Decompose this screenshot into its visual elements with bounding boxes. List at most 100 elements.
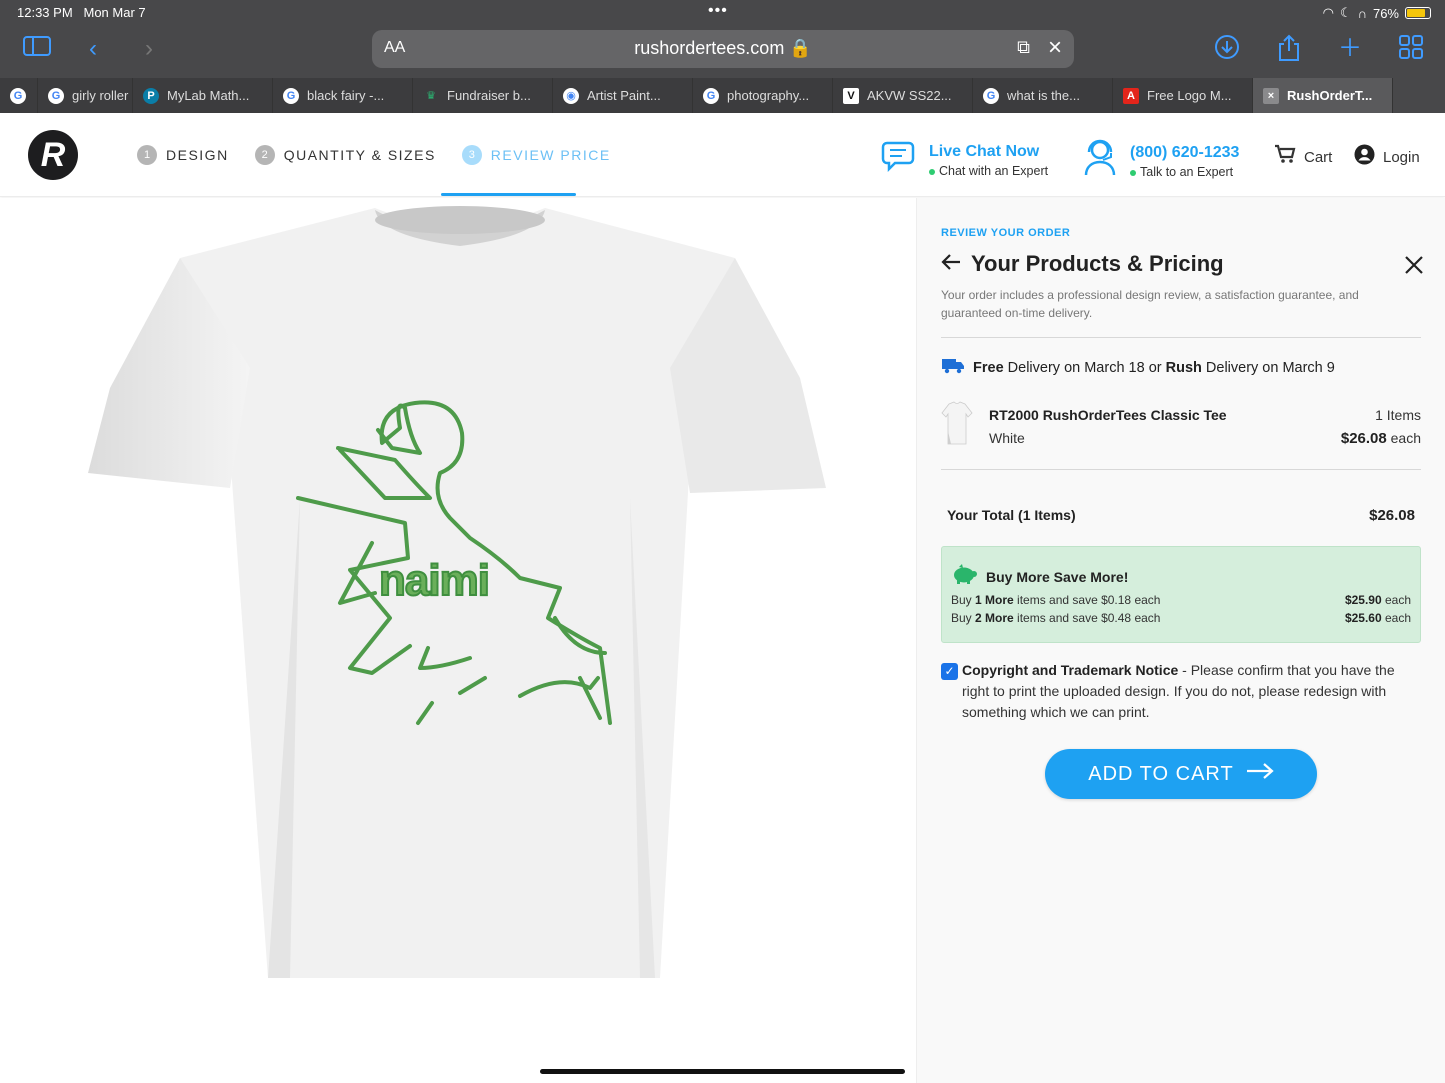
browser-tab[interactable]: ♛ Fundraiser b... xyxy=(413,78,553,113)
cart-link[interactable]: Cart xyxy=(1274,144,1332,170)
close-panel-icon[interactable] xyxy=(1405,250,1423,281)
divider xyxy=(941,469,1421,470)
url-text: rushordertees.com 🔒 xyxy=(634,38,812,58)
design-text-naimi[interactable]: naimi xyxy=(378,555,491,606)
browser-tab[interactable]: Gphotography... xyxy=(693,78,833,113)
promo-row: Buy 1 More items and save $0.18 each $25… xyxy=(951,593,1411,607)
order-review-panel: REVIEW YOUR ORDER Your Products & Pricin… xyxy=(916,198,1445,1083)
browser-tab[interactable]: P MyLab Math... xyxy=(133,78,273,113)
product-preview: naimi xyxy=(0,198,916,1083)
product-quantity: 1 Items xyxy=(1375,407,1421,423)
step-label: DESIGN xyxy=(166,147,229,163)
promo-title: Buy More Save More! xyxy=(986,569,1129,585)
product-name: RT2000 RushOrderTees Classic Tee xyxy=(989,407,1227,423)
step-label: QUANTITY & SIZES xyxy=(283,147,436,163)
status-time: 12:33 PM Mon Mar 7 xyxy=(17,5,146,20)
step-review-price[interactable]: 3 REVIEW PRICE xyxy=(461,145,611,165)
adobe-icon: A xyxy=(1123,87,1139,104)
step-number: 2 xyxy=(254,145,275,165)
panel-title-text: Your Products & Pricing xyxy=(971,251,1224,276)
tab-label: RushOrderT... xyxy=(1287,88,1373,103)
moon-icon: ☾ xyxy=(1339,5,1352,20)
back-arrow-icon[interactable] xyxy=(941,251,961,277)
copyright-notice: ✓ Copyright and Trademark Notice - Pleas… xyxy=(941,660,1421,723)
total-amount: $26.08 xyxy=(1369,507,1415,524)
headphones-icon: ∩ xyxy=(1357,5,1367,21)
address-bar[interactable]: AA rushordertees.com 🔒 ⧉ × xyxy=(372,30,1074,68)
checkout-steps: 1 DESIGN 2 QUANTITY & SIZES 3 REVIEW PRI… xyxy=(137,145,611,165)
delivery-info: Free Delivery on March 18 or Rush Delive… xyxy=(941,356,1421,379)
crown-icon: ♛ xyxy=(426,90,436,102)
pearson-icon: P xyxy=(143,87,159,104)
multitasking-dots-icon[interactable]: ••• xyxy=(708,2,728,20)
step-number: 1 xyxy=(137,145,157,165)
step-quantity-sizes[interactable]: 2 QUANTITY & SIZES xyxy=(254,145,436,165)
buy-more-save-more-box: Buy More Save More! Buy 1 More items and… xyxy=(941,546,1421,643)
v-logo-icon: V xyxy=(843,87,859,104)
stop-loading-icon[interactable]: × xyxy=(1048,34,1062,62)
step-design[interactable]: 1 DESIGN xyxy=(137,145,229,165)
back-icon[interactable]: ‹ xyxy=(89,34,97,64)
active-step-underline xyxy=(441,193,576,196)
share-icon[interactable] xyxy=(1277,34,1301,70)
status-right: ◠ ☾ ∩ 76% xyxy=(1323,5,1431,21)
rushordertees-logo[interactable]: R xyxy=(28,130,78,180)
tab-bar: G Ggirly roller s P MyLab Math... Gblack fai… xyxy=(0,78,1445,113)
home-indicator[interactable] xyxy=(540,1069,905,1074)
google-icon: G xyxy=(703,87,719,104)
tab-label: photography... xyxy=(727,88,810,103)
browser-tab[interactable]: G xyxy=(0,78,38,113)
wifi-icon: ◠ xyxy=(1322,5,1334,20)
tab-overview-icon[interactable] xyxy=(1398,34,1424,68)
status-bar: 12:33 PM Mon Mar 7 ••• ◠ ☾ ∩ 76% xyxy=(0,0,1445,26)
chat-bubble-icon xyxy=(879,135,921,186)
battery-percent: 76% xyxy=(1372,5,1399,21)
browser-toolbar: ‹ › AA rushordertees.com 🔒 ⧉ × ＋ xyxy=(0,28,1445,72)
order-total: Your Total (1 Items) $26.08 xyxy=(947,507,1415,524)
tab-label: girly roller s xyxy=(72,88,133,103)
browser-tab[interactable]: ◉ Artist Paint... xyxy=(553,78,693,113)
browser-tab[interactable]: × RushOrderT... xyxy=(1253,78,1393,113)
google-icon: G xyxy=(10,87,26,104)
live-chat-title: Live Chat Now xyxy=(929,143,1040,160)
tab-label: what is the... xyxy=(1007,88,1080,103)
browser-tab[interactable]: Gblack fairy -... xyxy=(273,78,413,113)
new-tab-icon[interactable]: ＋ xyxy=(1338,34,1362,64)
tab-label: Fundraiser b... xyxy=(447,88,531,103)
google-icon: G xyxy=(283,87,299,104)
phone-subtitle: Talk to an Expert xyxy=(1130,165,1239,179)
product-color: White xyxy=(989,430,1025,446)
tab-label: MyLab Math... xyxy=(167,88,250,103)
battery-icon xyxy=(1405,7,1431,19)
browser-tab[interactable]: Gwhat is the... xyxy=(973,78,1113,113)
cart-label: Cart xyxy=(1304,148,1333,166)
tab-label: black fairy -... xyxy=(307,88,385,103)
review-your-order-label: REVIEW YOUR ORDER xyxy=(941,227,1071,239)
tab-label: Free Logo M... xyxy=(1147,88,1232,103)
phone-link[interactable]: (800) 620-1233 Talk to an Expert xyxy=(1078,135,1239,188)
step-label: REVIEW PRICE xyxy=(490,147,611,163)
promo-row: Buy 2 More items and save $0.48 each $25… xyxy=(951,611,1411,625)
sidebar-icon[interactable] xyxy=(22,34,52,66)
user-account-icon xyxy=(1354,144,1375,171)
login-label: Login xyxy=(1383,149,1420,166)
copyright-confirm-checkbox[interactable]: ✓ xyxy=(941,663,958,680)
tab-label: AKVW SS22... xyxy=(867,88,952,103)
forward-icon[interactable]: › xyxy=(145,34,153,64)
tab-label: Artist Paint... xyxy=(587,88,661,103)
browser-tab[interactable]: V AKVW SS22... xyxy=(833,78,973,113)
delivery-truck-icon xyxy=(941,356,965,379)
live-chat-link[interactable]: Live Chat Now Chat with an Expert xyxy=(879,135,1048,186)
browser-tab[interactable]: Ggirly roller s xyxy=(38,78,133,113)
piggy-bank-icon xyxy=(950,563,978,591)
login-link[interactable]: Login xyxy=(1354,144,1420,171)
promo-header: Buy More Save More! xyxy=(950,563,1128,591)
browser-tab[interactable]: A Free Logo M... xyxy=(1113,78,1253,113)
panel-title: Your Products & Pricing xyxy=(941,251,1421,277)
arrow-right-icon xyxy=(1246,762,1274,786)
extension-icon[interactable]: ⧉ xyxy=(1017,37,1030,58)
download-icon[interactable] xyxy=(1214,34,1240,68)
add-to-cart-button[interactable]: ADD TO CART xyxy=(1045,749,1317,799)
shopping-cart-icon xyxy=(1274,144,1296,170)
live-chat-subtitle: Chat with an Expert xyxy=(929,164,1048,178)
